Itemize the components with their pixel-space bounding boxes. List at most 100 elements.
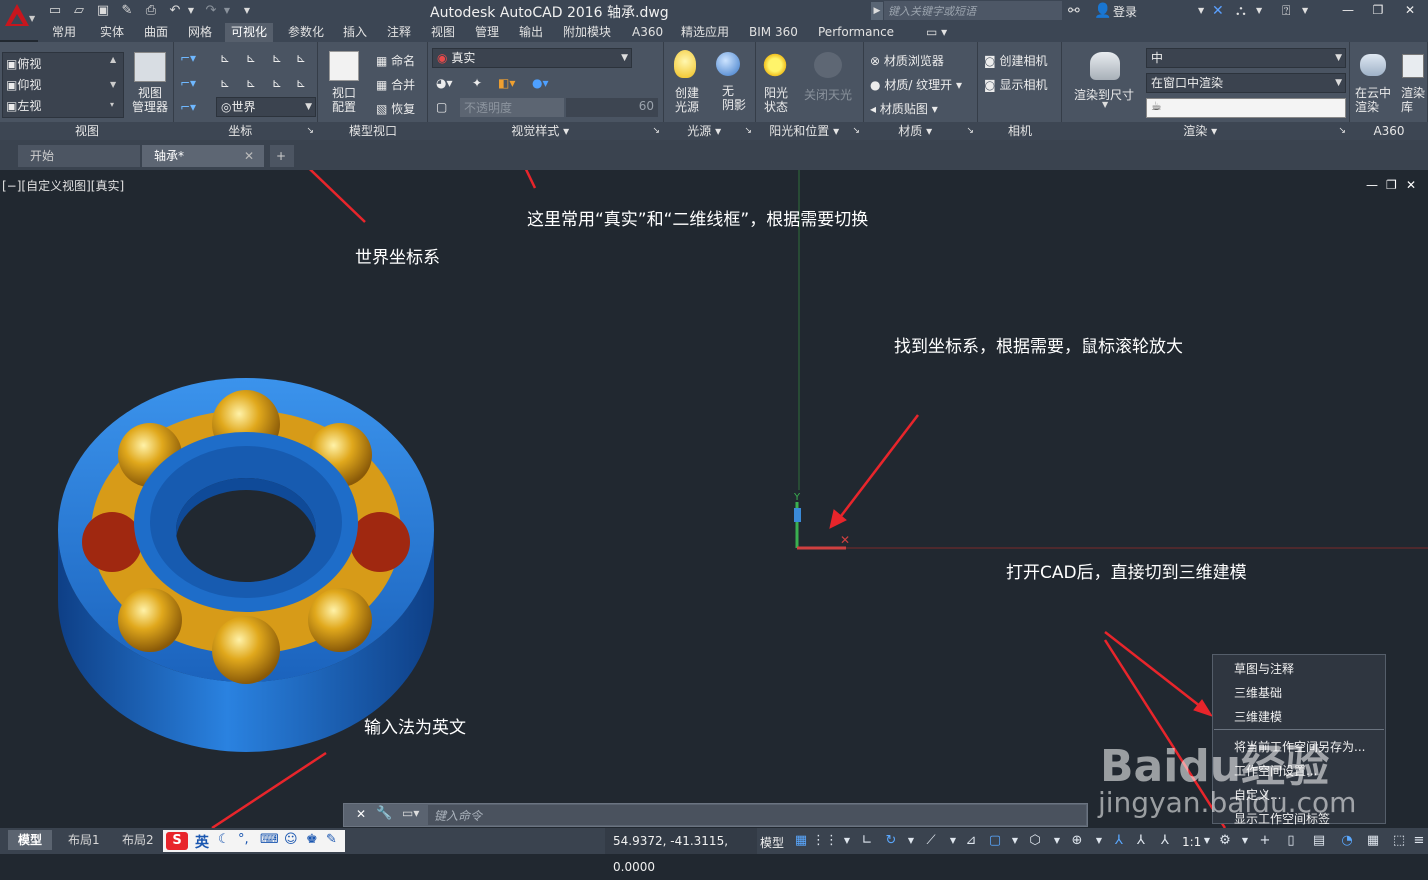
polar-dropdown-icon[interactable]: ▼: [902, 832, 920, 850]
isodraft-icon[interactable]: ⟋: [922, 832, 940, 850]
auto-scale-icon[interactable]: ⅄: [1132, 832, 1150, 850]
gallery-expand-icon[interactable]: ▾: [110, 100, 114, 109]
scale-dropdown-icon[interactable]: ▼: [1198, 832, 1216, 850]
viewport-config-button[interactable]: 视口 配置: [332, 86, 356, 114]
ucs-origin-icon[interactable]: ⊾: [220, 51, 230, 65]
new-file-icon[interactable]: ▭: [46, 2, 64, 20]
fullscreen-icon[interactable]: ⬚: [1390, 832, 1408, 850]
sun-status-button[interactable]: 阳光 状态: [764, 86, 788, 114]
dynamic-ucs-icon[interactable]: ⊕: [1068, 832, 1086, 850]
teapot-render-icon[interactable]: [1090, 52, 1120, 80]
print-icon[interactable]: ⎙: [142, 2, 160, 20]
render-size-dropdown-icon[interactable]: ▼: [1102, 100, 1108, 109]
sky-off-icon[interactable]: [814, 52, 842, 78]
cmd-prompt-icon[interactable]: ▭▾: [402, 806, 419, 820]
face-style-icon[interactable]: ✦: [472, 76, 482, 90]
exchange-apps-icon[interactable]: ✕: [1212, 2, 1224, 20]
annotation-scale-icon[interactable]: ⅄: [1156, 832, 1174, 850]
3d-osnap-dropdown-icon[interactable]: ▼: [1048, 832, 1066, 850]
ucs-3point-icon[interactable]: ⊾: [296, 76, 306, 90]
panel-launcher-icon[interactable]: ↘: [852, 122, 860, 140]
tab-visualize[interactable]: 可视化: [225, 23, 274, 42]
opacity-value[interactable]: 60: [566, 98, 658, 117]
tab-addins[interactable]: 附加模块: [557, 23, 617, 42]
tab-surface[interactable]: 曲面: [138, 23, 174, 42]
punctuation-icon[interactable]: °,: [238, 832, 249, 847]
skin-icon[interactable]: ♚: [306, 832, 318, 847]
tab-insert[interactable]: 插入: [337, 23, 373, 42]
a360-dropdown-icon[interactable]: ▼: [1256, 2, 1262, 20]
voice-icon[interactable]: ☺: [284, 832, 298, 847]
grid-icon[interactable]: ▦: [792, 832, 810, 850]
material-texture-button[interactable]: ● 材质/ 纹理开 ▾: [870, 76, 962, 93]
ucs-face-icon[interactable]: ⊾: [272, 76, 282, 90]
tab-manage[interactable]: 管理: [469, 23, 505, 42]
shadow-display-icon[interactable]: ●▾: [532, 76, 549, 90]
no-shadow-icon[interactable]: [716, 52, 740, 76]
save-as-icon[interactable]: ✎: [118, 2, 136, 20]
panel-launcher-icon[interactable]: ↘: [1338, 122, 1346, 140]
help-icon[interactable]: ⍰: [1282, 2, 1290, 20]
tab-solid[interactable]: 实体: [94, 23, 130, 42]
panel-launcher-icon[interactable]: ↘: [652, 122, 660, 140]
ortho-icon[interactable]: ∟: [858, 832, 876, 850]
close-button[interactable]: ✕: [1396, 0, 1424, 20]
polar-icon[interactable]: ↻: [882, 832, 900, 850]
cloud-render-button[interactable]: 在云中 渲染: [1355, 86, 1391, 114]
ws-item-drafting[interactable]: 草图与注释: [1234, 660, 1294, 677]
command-input[interactable]: 键入命令: [428, 805, 1086, 825]
plus-icon[interactable]: +: [1256, 832, 1274, 850]
tab-bim360[interactable]: BIM 360: [743, 23, 804, 42]
ws-item-3d-basics[interactable]: 三维基础: [1234, 684, 1282, 701]
light-bulb-icon[interactable]: [674, 50, 696, 78]
ucs-object-icon[interactable]: ⊾: [246, 76, 256, 90]
snap-dropdown-icon[interactable]: ▼: [838, 832, 856, 850]
ribbon-minimize-icon[interactable]: ▭ ▾: [920, 23, 953, 42]
ws-item-3d-modeling[interactable]: 三维建模: [1234, 708, 1282, 725]
model-space-toggle[interactable]: 模型: [760, 834, 784, 851]
ucs-named-icon[interactable]: ⌐▾: [180, 76, 196, 90]
ime-language-toggle[interactable]: 英: [195, 832, 209, 852]
view-top[interactable]: ▣俯视: [6, 55, 41, 72]
annotation-visibility-icon[interactable]: ⅄: [1110, 832, 1128, 850]
opacity-slider[interactable]: 不透明度: [460, 98, 564, 117]
customize-qat-icon[interactable]: ▼: [238, 2, 256, 20]
view-bottom[interactable]: ▣仰视: [6, 76, 41, 93]
layout-tab-model[interactable]: 模型: [8, 830, 53, 850]
show-camera-button[interactable]: ◙ 显示相机: [984, 76, 1048, 93]
ucs-y-icon[interactable]: ⊾: [272, 51, 282, 65]
render-gallery-button[interactable]: 渲染 库: [1401, 86, 1425, 114]
edge-effects-icon[interactable]: ◕▾: [436, 76, 453, 90]
sogou-logo-icon[interactable]: S: [166, 832, 188, 850]
tools-icon[interactable]: ✎: [326, 832, 337, 847]
properties-icon[interactable]: ▦: [1364, 832, 1382, 850]
doc-tab-bearing[interactable]: 轴承* ✕: [142, 145, 264, 167]
material-mapping-button[interactable]: ◂ 材质贴图 ▾: [870, 100, 938, 117]
isodraft-dropdown-icon[interactable]: ▼: [944, 832, 962, 850]
view-manager-button[interactable]: 视图 管理器: [132, 86, 168, 114]
object-snap-tracking-icon[interactable]: ⊿: [962, 832, 980, 850]
viewport-config-icon[interactable]: [329, 51, 359, 81]
tab-mesh[interactable]: 网格: [182, 23, 218, 42]
undo-dropdown-icon[interactable]: ▼: [182, 2, 200, 20]
tab-output[interactable]: 输出: [513, 23, 549, 42]
minimize-button[interactable]: —: [1334, 0, 1362, 20]
isolate-objects-icon[interactable]: ▯: [1282, 832, 1300, 850]
dynamic-ucs-dropdown-icon[interactable]: ▼: [1090, 832, 1108, 850]
gallery-scroll-up-icon[interactable]: ▲: [110, 55, 116, 64]
render-gallery-icon[interactable]: [1402, 54, 1424, 78]
panel-launcher-icon[interactable]: ↘: [966, 122, 974, 140]
save-icon[interactable]: ▣: [94, 2, 112, 20]
opacity-toggle-icon[interactable]: ▢: [436, 100, 447, 114]
sky-off-button[interactable]: 关闭天光: [804, 86, 852, 103]
panel-launcher-icon[interactable]: ↘: [744, 122, 752, 140]
open-folder-icon[interactable]: ▱: [70, 2, 88, 20]
render-target-combo[interactable]: 在窗口中渲染 ▼: [1146, 73, 1346, 93]
tab-featured-apps[interactable]: 精选应用: [675, 23, 735, 42]
material-browser-button[interactable]: ⊗ 材质浏览器: [870, 52, 944, 69]
tab-parametric[interactable]: 参数化: [282, 23, 330, 42]
coordinates-readout[interactable]: 54.9372, -41.3115, 0.0000: [605, 828, 757, 874]
visual-style-combo[interactable]: ◉ 真实 ▼: [432, 48, 632, 68]
cloud-render-icon[interactable]: [1360, 54, 1386, 76]
redo-dropdown-icon[interactable]: ▼: [218, 2, 236, 20]
